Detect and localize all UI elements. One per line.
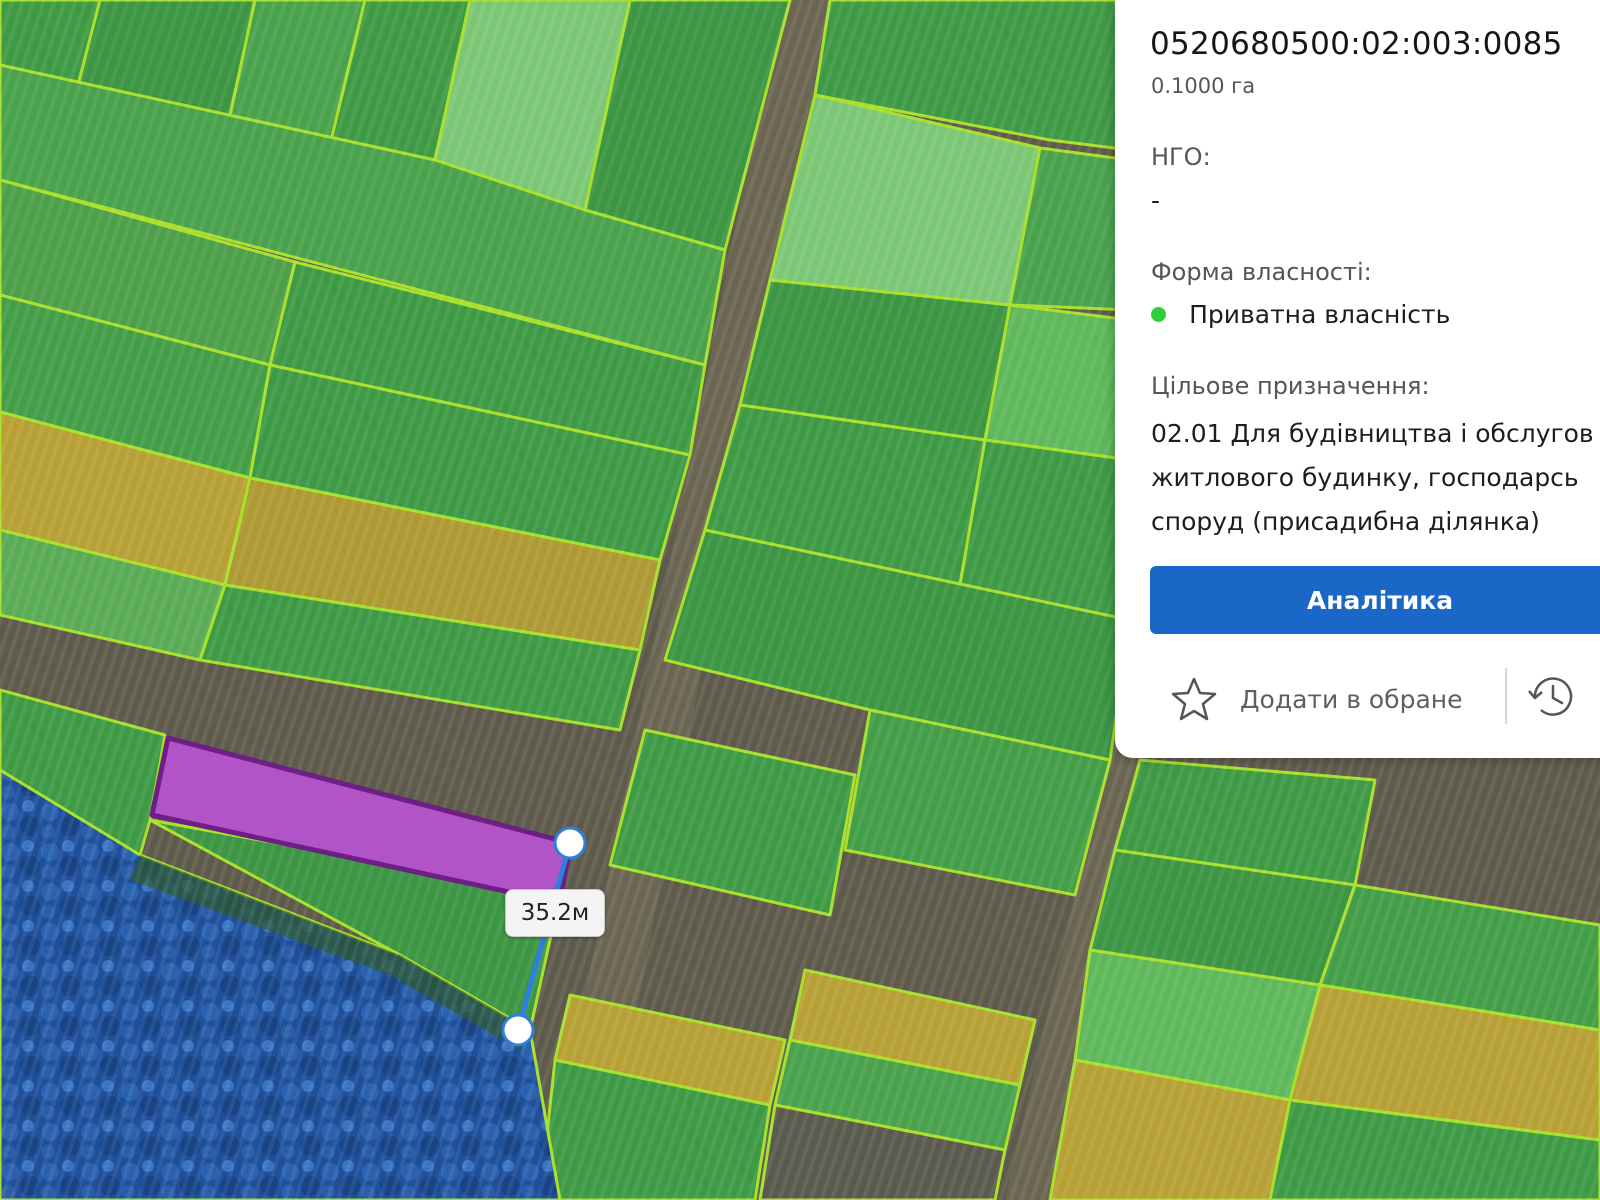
ownership-label: Форма власності: <box>1151 258 1372 286</box>
ngo-value: - <box>1151 186 1161 215</box>
parcel-area: 0.1000 га <box>1151 74 1256 98</box>
star-icon <box>1171 677 1217 721</box>
ownership-row: Приватна власність <box>1151 300 1450 329</box>
parcel-info-panel: 0520680500:02:003:0085 0.1000 га НГО: - … <box>1115 0 1600 758</box>
purpose-label: Цільове призначення: <box>1151 372 1430 400</box>
action-divider <box>1505 668 1507 724</box>
favorite-label: Додати в обране <box>1240 684 1463 714</box>
parcel[interactable] <box>983 303 1132 462</box>
purpose-line: споруд (присадибна ділянка) <box>1151 507 1540 536</box>
purpose-line: 02.01 Для будівництва і обслугов <box>1151 419 1594 448</box>
history-icon[interactable] <box>1525 672 1579 722</box>
purpose-line: житлового будинку, господарсь <box>1151 463 1579 492</box>
analytics-button[interactable]: Аналітика <box>1150 566 1600 634</box>
ownership-value: Приватна власність <box>1189 300 1451 329</box>
purpose-value: 02.01 Для будівництва і обслугов житлово… <box>1151 412 1594 544</box>
add-to-favorites-button[interactable]: Додати в обране <box>1170 668 1463 730</box>
measurement-label: 35.2м <box>505 889 605 937</box>
status-dot-icon <box>1151 307 1166 322</box>
measure-handle-start[interactable] <box>553 826 587 860</box>
ngo-label: НГО: <box>1151 143 1211 171</box>
measure-handle-end[interactable] <box>501 1013 535 1047</box>
cadastral-number: 0520680500:02:003:0085 <box>1150 26 1563 62</box>
